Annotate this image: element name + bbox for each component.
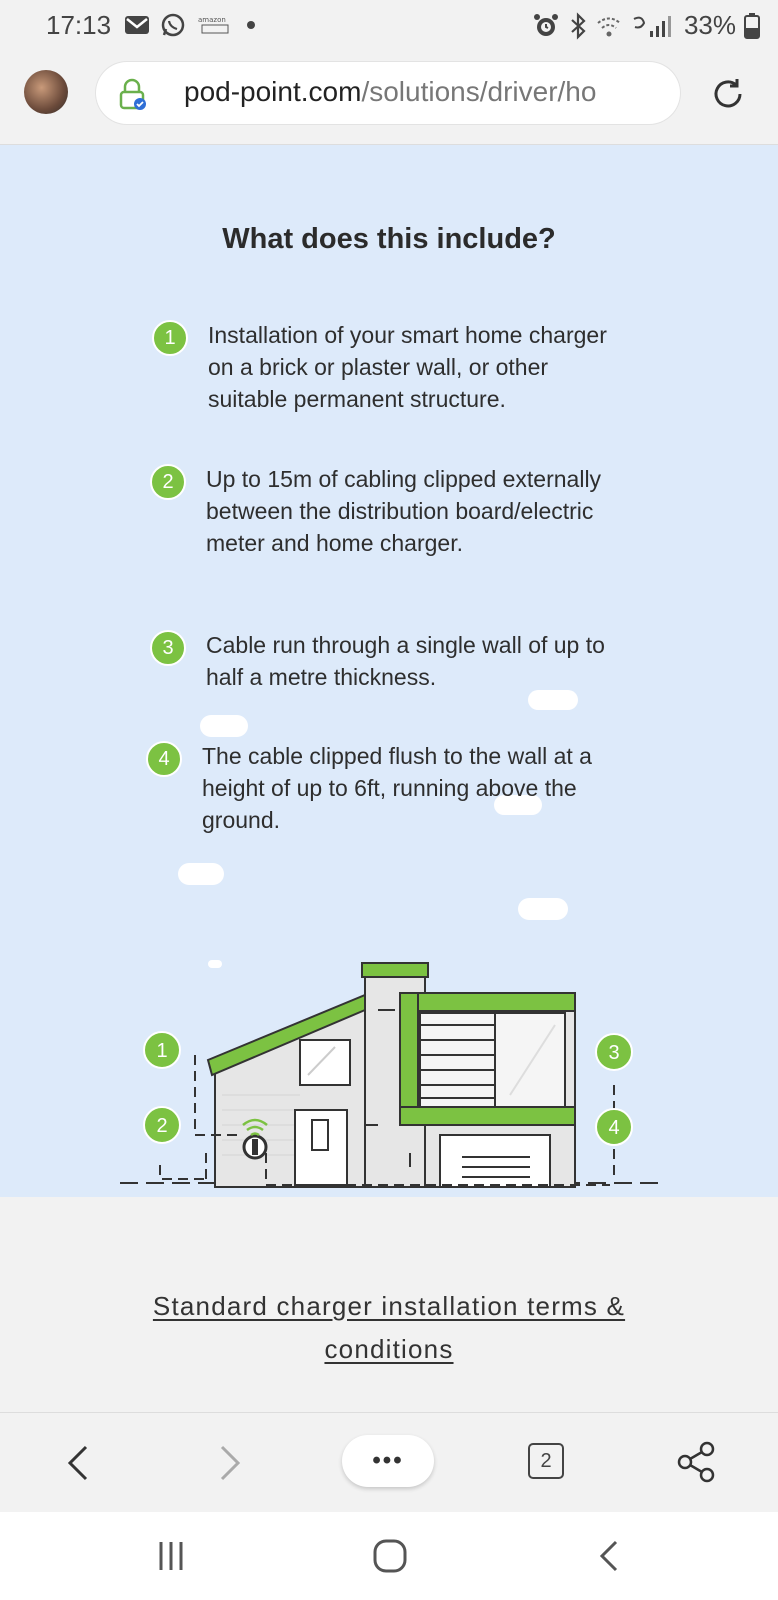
step-number-badge: 2 (150, 464, 186, 500)
section-heading: What does this include? (222, 223, 556, 255)
include-item-text: Up to 15m of cabling clipped externally … (206, 466, 602, 556)
url-text[interactable]: pod-point.com/solutions/driver/ho (184, 76, 664, 108)
cloud-decoration (528, 690, 578, 710)
svg-text:amazon: amazon (198, 16, 226, 24)
back-icon[interactable] (66, 1443, 90, 1483)
terms-section: Standard charger installation terms & con… (0, 1285, 778, 1371)
battery-percent: 33% (683, 10, 736, 40)
lock-icon[interactable] (118, 78, 146, 110)
include-item-3: 3 Cable run through a single wall of up … (150, 629, 626, 693)
browser-toolbar: ••• 2 (0, 1412, 778, 1513)
terms-link[interactable]: Standard charger installation terms & con… (153, 1291, 625, 1364)
battery-icon (744, 12, 760, 39)
status-time: 17:13 (46, 10, 112, 40)
terms-link-line1[interactable]: Standard charger installation terms & (153, 1291, 625, 1321)
marker-label: 1 (156, 1040, 167, 1062)
marker-label: 3 (608, 1042, 619, 1064)
system-back-icon[interactable] (596, 1538, 620, 1574)
include-item-1: 1 Installation of your smart home charge… (152, 319, 628, 415)
more-menu-button[interactable]: ••• (342, 1435, 434, 1487)
marker-label: 4 (608, 1117, 619, 1139)
step-number-badge: 4 (146, 741, 182, 777)
tabs-button[interactable]: 2 (528, 1443, 564, 1479)
house-illustration: 1 2 3 4 (120, 962, 660, 1188)
url-host: pod-point.com (184, 76, 362, 107)
amazon-icon: amazon (198, 16, 229, 34)
marker-label: 2 (156, 1115, 167, 1137)
forward-icon[interactable] (218, 1443, 242, 1483)
terms-link-line2[interactable]: conditions (324, 1334, 453, 1364)
browser-address-bar: pod-point.com/solutions/driver/ho (0, 48, 778, 145)
recent-apps-icon[interactable] (156, 1538, 186, 1574)
signal-icon (633, 15, 671, 37)
url-path: /solutions/driver/ho (361, 76, 597, 107)
system-navigation-bar (0, 1512, 778, 1600)
share-icon[interactable] (676, 1441, 716, 1483)
reload-icon[interactable] (708, 74, 748, 114)
mail-icon (125, 16, 149, 34)
profile-avatar[interactable] (24, 70, 68, 114)
includes-section: What does this include? 1 Installation o… (0, 145, 778, 1197)
include-item-text: Installation of your smart home charger … (208, 322, 607, 412)
include-item-4: 4 The cable clipped flush to the wall at… (146, 740, 622, 836)
step-number-badge: 3 (150, 630, 186, 666)
dot-icon (247, 21, 255, 29)
include-item-text: Cable run through a single wall of up to… (206, 632, 605, 690)
include-item-text: The cable clipped flush to the wall at a… (202, 743, 592, 833)
cloud-decoration (178, 863, 224, 885)
include-item-2: 2 Up to 15m of cabling clipped externall… (150, 463, 626, 559)
cloud-decoration (200, 715, 248, 737)
system-icons: 33% (532, 10, 760, 41)
status-bar: 17:13 amazon 33% (0, 0, 778, 48)
step-number-badge: 1 (152, 320, 188, 356)
bluetooth-icon (571, 11, 586, 40)
wifi-icon (597, 17, 621, 36)
notification-icons: amazon (124, 12, 256, 38)
whatsapp-icon (161, 13, 185, 37)
home-icon[interactable] (372, 1538, 408, 1574)
url-field[interactable]: pod-point.com/solutions/driver/ho (96, 62, 680, 124)
alarm-icon (533, 13, 558, 36)
